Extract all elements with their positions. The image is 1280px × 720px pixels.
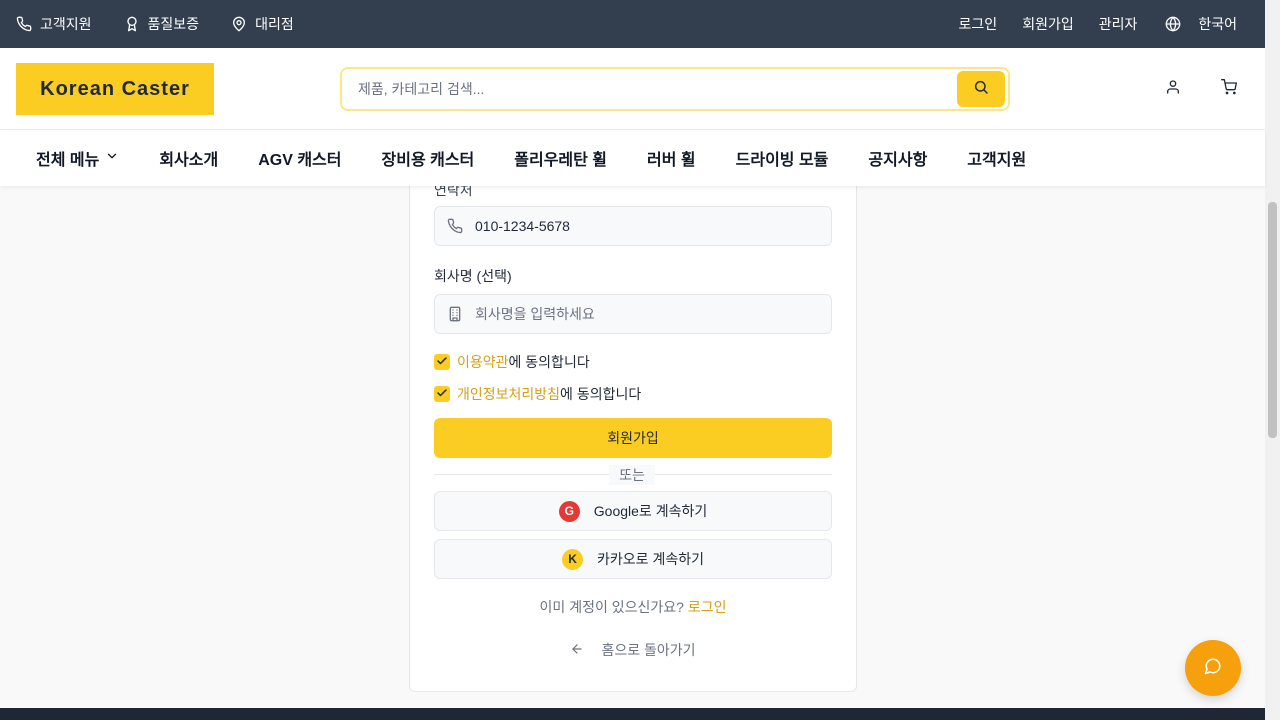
back-home-label: 홈으로 돌아가기 (601, 642, 696, 658)
building-icon (435, 306, 475, 322)
contact-input[interactable] (475, 207, 831, 245)
nav-all-menu[interactable]: 전체 메뉴 (36, 146, 119, 170)
top-bar: 고객지원 품질보증 대리점 로그인 회원가입 관리자 한국어 (0, 0, 1265, 48)
kakao-login-label: 카카오로 계속하기 (597, 551, 704, 567)
phone-icon (435, 218, 475, 234)
search-input[interactable] (342, 69, 957, 109)
company-input[interactable] (475, 295, 831, 333)
terms-link[interactable]: 이용약관 (457, 354, 509, 370)
privacy-checkbox[interactable] (434, 386, 450, 402)
footer (0, 708, 1265, 720)
contact-field (434, 206, 832, 246)
nav-item-notice[interactable]: 공지사항 (868, 146, 927, 170)
nav-item-polyurethane-wheel[interactable]: 폴리우레탄 휠 (514, 146, 607, 170)
nav-all-menu-label: 전체 메뉴 (36, 152, 100, 169)
arrow-left-icon (570, 642, 584, 659)
chat-icon (1204, 657, 1222, 680)
award-icon (124, 16, 140, 32)
login-link[interactable]: 로그인 (688, 599, 727, 615)
have-account-text: 이미 계정이 있으신가요? (539, 599, 684, 615)
topbar-login-link[interactable]: 로그인 (959, 14, 998, 34)
main-nav: 전체 메뉴 회사소개 AGV 캐스터 장비용 캐스터 폴리우레탄 휠 러버 휠 … (0, 130, 1265, 186)
privacy-link[interactable]: 개인정보처리방침 (457, 386, 560, 402)
company-field (434, 294, 832, 334)
topbar-dealer-label: 대리점 (255, 16, 294, 32)
google-login-label: Google로 계속하기 (593, 503, 708, 519)
check-icon (436, 354, 448, 370)
globe-icon (1165, 16, 1181, 32)
chevron-down-icon (105, 149, 119, 168)
kakao-login-button[interactable]: K 카카오로 계속하기 (434, 539, 832, 579)
cart-icon[interactable] (1221, 79, 1237, 100)
terms-checkbox[interactable] (434, 354, 450, 370)
terms-suffix: 에 동의합니다 (508, 354, 590, 370)
kakao-icon: K (562, 548, 584, 570)
chat-button[interactable] (1185, 640, 1241, 696)
back-home-link[interactable]: 홈으로 돌아가기 (434, 640, 832, 660)
language-label: 한국어 (1198, 16, 1237, 32)
company-label: 회사명 (선택) (434, 268, 512, 284)
site-logo[interactable]: Korean Caster (16, 63, 214, 115)
nav-item-equipment-caster[interactable]: 장비용 캐스터 (382, 146, 475, 170)
privacy-suffix: 에 동의합니다 (560, 386, 642, 402)
search-bar (340, 67, 1010, 111)
have-account-line: 이미 계정이 있으신가요? 로그인 (434, 597, 832, 617)
scrollbar-thumb[interactable] (1268, 202, 1277, 438)
language-selector[interactable]: 한국어 (1165, 14, 1237, 34)
nav-item-rubber-wheel[interactable]: 러버 휠 (647, 146, 696, 170)
google-login-button[interactable]: G Google로 계속하기 (434, 491, 832, 531)
topbar-support-link[interactable]: 고객지원 (16, 14, 92, 34)
nav-item-company[interactable]: 회사소개 (159, 146, 218, 170)
topbar-dealer-link[interactable]: 대리점 (231, 14, 294, 34)
check-icon (436, 386, 448, 402)
signup-submit-button[interactable]: 회원가입 (434, 418, 832, 458)
topbar-warranty-link[interactable]: 품질보증 (124, 14, 200, 34)
search-icon (973, 79, 989, 100)
site-header: Korean Caster (0, 48, 1265, 130)
divider-label: 또는 (609, 465, 655, 485)
search-button[interactable] (957, 71, 1005, 107)
google-icon: G (558, 500, 580, 522)
map-pin-icon (231, 16, 247, 32)
topbar-signup-link[interactable]: 회원가입 (1022, 14, 1074, 34)
nav-item-agv-caster[interactable]: AGV 캐스터 (258, 146, 341, 170)
user-icon[interactable] (1165, 79, 1181, 100)
topbar-admin-link[interactable]: 관리자 (1099, 14, 1138, 34)
phone-icon (16, 16, 32, 32)
privacy-agreement: 개인정보처리방침에 동의합니다 (434, 384, 641, 404)
nav-item-driving-module[interactable]: 드라이빙 모듈 (736, 146, 829, 170)
terms-agreement: 이용약관에 동의합니다 (434, 352, 590, 372)
topbar-support-label: 고객지원 (40, 16, 92, 32)
nav-item-support[interactable]: 고객지원 (967, 146, 1026, 170)
topbar-warranty-label: 품질보증 (147, 16, 200, 32)
